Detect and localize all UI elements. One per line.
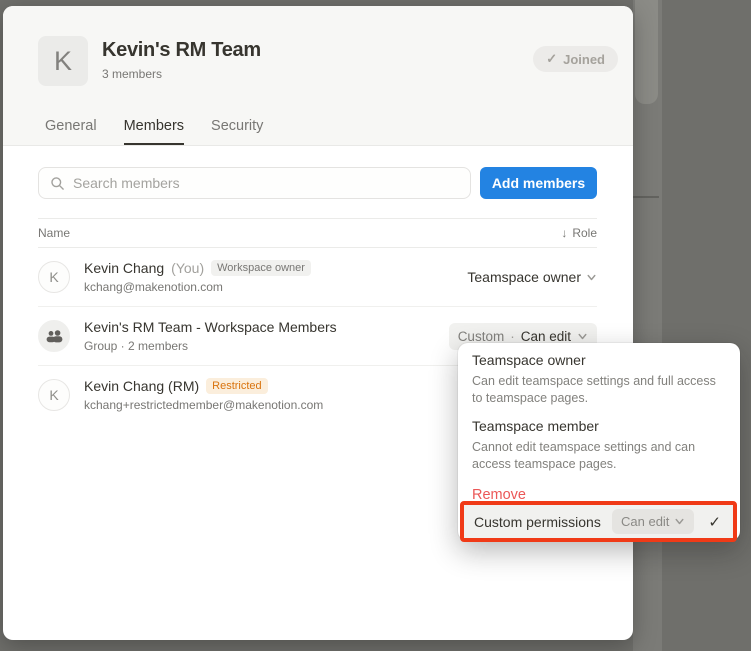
check-icon: ✓ <box>546 51 557 67</box>
role-custom-prefix: Custom <box>458 329 505 344</box>
teamspace-avatar: K <box>38 36 88 86</box>
member-email: kchang@makenotion.com <box>84 280 311 294</box>
member-row-kevin-chang: K Kevin Chang (You) Workspace owner kcha… <box>38 248 597 307</box>
member-name: Kevin Chang (RM) <box>84 378 199 394</box>
tab-security[interactable]: Security <box>211 118 263 145</box>
search-box <box>38 167 471 199</box>
member-email: kchang+restrictedmember@makenotion.com <box>84 398 323 412</box>
member-avatar-letter: K <box>49 387 58 403</box>
member-avatar-letter: K <box>49 269 58 285</box>
tab-general[interactable]: General <box>45 118 97 145</box>
member-avatar: K <box>38 261 70 293</box>
menu-item-custom-permissions-highlighted[interactable]: Custom permissions Can edit ✓ <box>460 501 737 542</box>
member-avatar: K <box>38 379 70 411</box>
add-members-button[interactable]: Add members <box>480 167 597 199</box>
joined-label: Joined <box>563 52 605 67</box>
joined-button[interactable]: ✓ Joined <box>533 46 618 72</box>
role-value: Can edit <box>521 329 571 344</box>
member-you-suffix: (You) <box>171 260 204 276</box>
role-value: Teamspace owner <box>467 269 581 285</box>
restricted-badge: Restricted <box>206 378 268 394</box>
option-title: Teamspace member <box>472 417 726 436</box>
chevron-down-icon <box>586 272 597 283</box>
tab-bar: General Members Security <box>45 118 263 145</box>
member-count: 3 members <box>102 67 261 81</box>
menu-item-teamspace-owner[interactable]: Teamspace owner Can edit teamspace setti… <box>472 351 726 407</box>
search-icon <box>50 176 65 191</box>
page-title: Kevin's RM Team <box>102 39 261 62</box>
tab-members[interactable]: Members <box>124 118 184 145</box>
group-avatar <box>38 320 70 352</box>
background-dimmed-divider <box>633 196 659 198</box>
role-column-label: Role <box>572 226 597 240</box>
name-column-header: Name <box>38 226 70 240</box>
option-title: Teamspace owner <box>472 351 726 370</box>
background-dimmed-panel <box>635 0 658 104</box>
teamspace-avatar-letter: K <box>54 46 72 77</box>
members-toolbar: Add members <box>38 167 597 199</box>
workspace-owner-badge: Workspace owner <box>211 260 311 276</box>
group-subtitle: Group · 2 members <box>84 339 337 353</box>
role-separator: · <box>510 329 515 344</box>
menu-item-teamspace-member[interactable]: Teamspace member Cannot edit teamspace s… <box>472 417 726 473</box>
custom-permission-level-select[interactable]: Can edit <box>612 509 694 534</box>
role-select-teamspace-owner[interactable]: Teamspace owner <box>467 269 597 285</box>
chevron-down-icon <box>577 331 588 342</box>
teamspace-settings-modal: K Kevin's RM Team 3 members ✓ Joined Gen… <box>3 6 633 640</box>
custom-permissions-label: Custom permissions <box>474 514 601 530</box>
role-dropdown-menu: Teamspace owner Can edit teamspace setti… <box>458 343 740 541</box>
option-description: Can edit teamspace settings and full acc… <box>472 373 726 407</box>
group-name: Kevin's RM Team - Workspace Members <box>84 319 337 335</box>
role-column-header[interactable]: ↓ Role <box>561 226 597 240</box>
chevron-down-icon <box>674 516 685 527</box>
modal-header: K Kevin's RM Team 3 members ✓ Joined Gen… <box>3 6 633 146</box>
option-description: Cannot edit teamspace settings and can a… <box>472 439 726 473</box>
selected-check-icon: ✓ <box>708 513 721 531</box>
sort-descending-icon: ↓ <box>561 226 567 240</box>
permission-level-value: Can edit <box>621 514 669 529</box>
members-table-header: Name ↓ Role <box>38 218 597 248</box>
search-input[interactable] <box>73 175 464 191</box>
people-icon <box>46 330 63 343</box>
member-name: Kevin Chang <box>84 260 164 276</box>
